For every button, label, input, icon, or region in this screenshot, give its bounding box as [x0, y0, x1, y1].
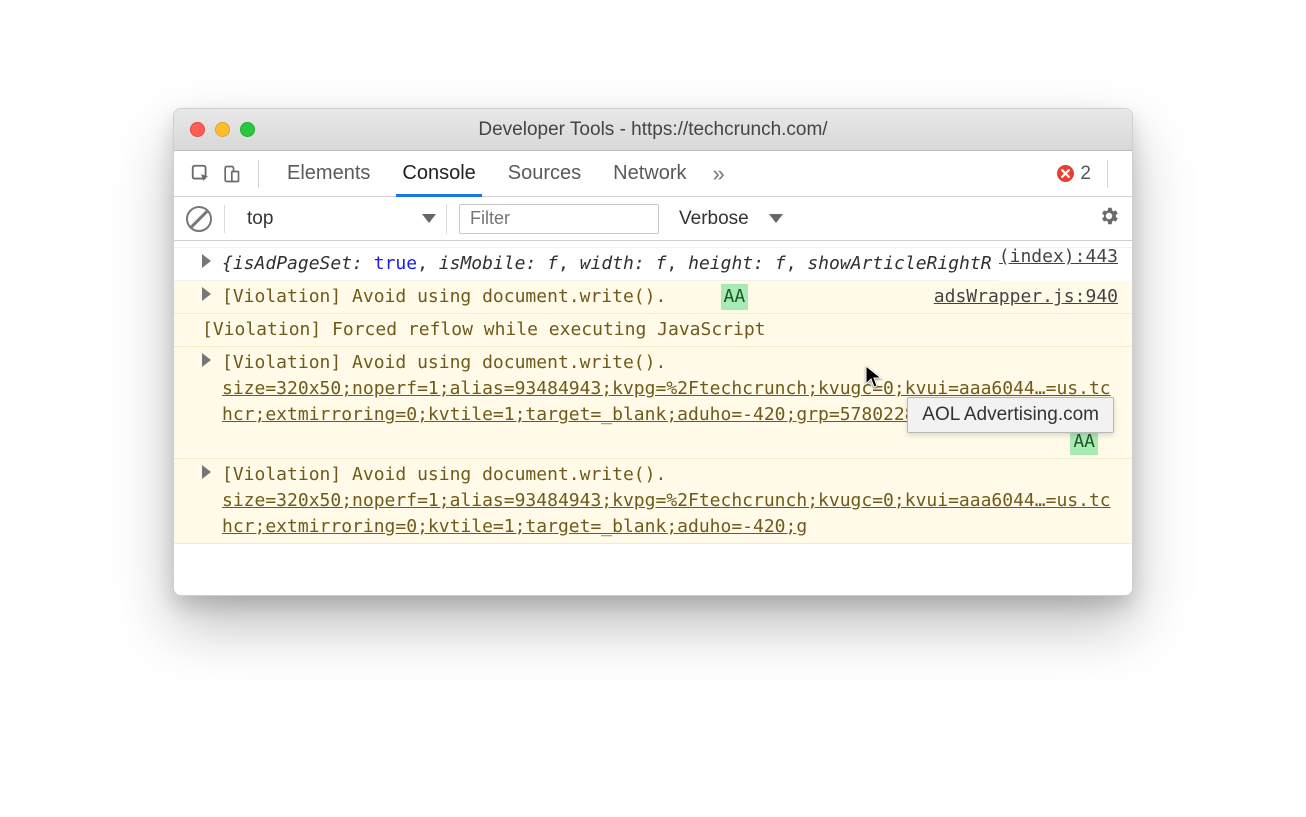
obj-key: isMobile:: [439, 253, 537, 274]
log-level-selector[interactable]: Verbose: [671, 208, 791, 230]
chevron-down-icon: [769, 214, 783, 223]
expand-icon[interactable]: [202, 353, 211, 367]
source-link[interactable]: (index):443: [999, 244, 1118, 270]
tab-sources[interactable]: Sources: [492, 151, 597, 196]
log-row-object: {isAdPageSet: true, isMobile: f, width: …: [174, 248, 999, 281]
sep: ,: [666, 253, 688, 274]
expand-icon[interactable]: [202, 465, 211, 479]
inspect-element-icon[interactable]: [186, 159, 216, 189]
separator: [1107, 160, 1108, 188]
log-row: (index):443: [174, 241, 1132, 248]
log-text: [Violation] Avoid using document.write()…: [222, 350, 1118, 376]
tab-label: Elements: [287, 162, 370, 185]
tab-elements[interactable]: Elements: [271, 151, 386, 196]
obj-key: width:: [580, 253, 645, 274]
badge-tooltip: AOL Advertising.com: [907, 397, 1114, 433]
level-value: Verbose: [679, 208, 749, 230]
tab-console[interactable]: Console: [386, 151, 491, 196]
error-icon: [1057, 165, 1074, 182]
source-link[interactable]: adsWrapper.js:940: [934, 284, 1118, 310]
tabbar: Elements Console Sources Network » 2: [174, 151, 1132, 197]
context-selector[interactable]: top: [237, 204, 447, 234]
more-tabs-button[interactable]: »: [703, 161, 735, 187]
obj-key: height:: [688, 253, 764, 274]
device-toolbar-icon[interactable]: [216, 159, 246, 189]
filter-input[interactable]: [459, 204, 659, 234]
obj-value: f: [656, 253, 667, 274]
sep: ,: [417, 253, 439, 274]
log-row-violation: [Violation] Forced reflow while executin…: [174, 314, 1132, 347]
context-value: top: [247, 208, 273, 230]
separator: [224, 205, 225, 233]
clear-console-button[interactable]: [186, 206, 212, 232]
log-text: [Violation] Forced reflow while executin…: [202, 319, 766, 340]
window-titlebar: Developer Tools - https://techcrunch.com…: [174, 109, 1132, 151]
chevron-down-icon: [422, 214, 436, 223]
log-row-violation: adsWrapper.js:940 [Violation] Avoid usin…: [174, 281, 1132, 314]
obj-value: f: [547, 253, 558, 274]
tab-label: Network: [613, 162, 686, 185]
obj-value: true: [374, 253, 417, 274]
expand-icon[interactable]: [202, 254, 211, 268]
error-count-badge[interactable]: 2: [1057, 163, 1095, 185]
tab-label: Sources: [508, 162, 581, 185]
log-url[interactable]: size=320x50;noperf=1;alias=93484943;kvpg…: [222, 488, 1118, 540]
log-text: [Violation] Avoid using document.write()…: [222, 462, 1118, 488]
tab-network[interactable]: Network: [597, 151, 702, 196]
log-text: [Violation] Avoid using document.write()…: [222, 286, 666, 307]
obj-value: f: [775, 253, 786, 274]
console-toolbar: top Verbose: [174, 197, 1132, 241]
brace: {: [222, 253, 233, 274]
error-count: 2: [1080, 163, 1091, 185]
obj-key: showArticleRightR: [807, 253, 991, 274]
sep: ,: [558, 253, 580, 274]
expand-icon[interactable]: [202, 287, 211, 301]
more-label: »: [713, 161, 725, 186]
devtools-window: Developer Tools - https://techcrunch.com…: [173, 108, 1133, 596]
third-party-badge[interactable]: AA: [721, 284, 749, 310]
window-title: Developer Tools - https://techcrunch.com…: [174, 119, 1132, 141]
obj-key: isAdPageSet:: [233, 253, 363, 274]
log-row-violation: [Violation] Avoid using document.write()…: [174, 459, 1132, 544]
separator: [258, 160, 259, 188]
sep: ,: [786, 253, 808, 274]
tab-label: Console: [402, 162, 475, 185]
console-settings-button[interactable]: [1098, 205, 1120, 233]
